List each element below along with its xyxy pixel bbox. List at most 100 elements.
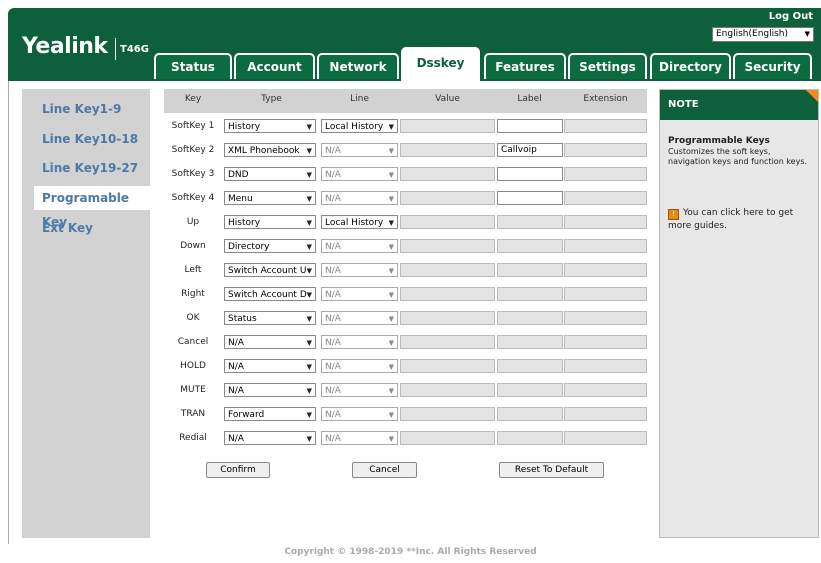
- label-field[interactable]: [497, 167, 563, 181]
- line-select: N/A ▼: [321, 335, 398, 349]
- sidebar-item-line-key19-27[interactable]: Line Key19-27: [42, 161, 138, 175]
- type-select[interactable]: Switch Account D ▼: [224, 287, 316, 301]
- language-select[interactable]: English(English) ▼: [712, 27, 814, 42]
- tab-settings[interactable]: Settings: [568, 53, 647, 79]
- chevron-down-icon: ▼: [388, 219, 394, 227]
- extension-field: [564, 431, 647, 445]
- extension-field: [564, 407, 647, 421]
- logo-divider: [115, 38, 116, 60]
- table-row: Cancel N/A ▼ N/A ▼: [164, 333, 647, 353]
- line-select: N/A ▼: [321, 407, 398, 421]
- tab-network[interactable]: Network: [317, 53, 399, 79]
- tab-account[interactable]: Account: [234, 53, 315, 79]
- line-select: N/A ▼: [321, 143, 398, 157]
- chevron-down-icon: ▼: [388, 411, 394, 419]
- chevron-down-icon: ▼: [306, 291, 312, 299]
- type-select[interactable]: N/A ▼: [224, 335, 316, 349]
- note-heading: Programmable Keys: [668, 136, 770, 146]
- table-row: SoftKey 1 History ▼ Local History ▼: [164, 117, 647, 137]
- type-select[interactable]: History ▼: [224, 215, 316, 229]
- type-select[interactable]: Directory ▼: [224, 239, 316, 253]
- label-field[interactable]: Callvoip: [497, 143, 563, 157]
- line-value: Local History: [325, 122, 384, 132]
- type-select[interactable]: XML Phonebook ▼: [224, 143, 316, 157]
- line-select: N/A ▼: [321, 167, 398, 181]
- label-field: [497, 407, 563, 421]
- extension-field: [564, 239, 647, 253]
- table-row: SoftKey 3 DND ▼ N/A ▼: [164, 165, 647, 185]
- logout-link[interactable]: Log Out: [769, 11, 813, 22]
- chevron-down-icon: ▼: [306, 147, 312, 155]
- chevron-down-icon: ▼: [306, 315, 312, 323]
- guide-link[interactable]: ! You can click here to get more guides.: [668, 207, 814, 232]
- note-title: NOTE: [668, 99, 699, 110]
- value-field: [400, 239, 495, 253]
- line-value: N/A: [325, 314, 341, 324]
- line-value: N/A: [325, 266, 341, 276]
- sidebar-item-line-key10-18[interactable]: Line Key10-18: [42, 132, 138, 146]
- sidebar-item-line-key1-9[interactable]: Line Key1-9: [42, 102, 121, 116]
- key-name: SoftKey 1: [171, 121, 215, 131]
- key-name: Down: [180, 241, 206, 251]
- extension-field: [564, 383, 647, 397]
- header-value: Value: [435, 94, 460, 104]
- type-select[interactable]: DND ▼: [224, 167, 316, 181]
- reset-to-default-button[interactable]: Reset To Default: [499, 462, 604, 478]
- label-field[interactable]: [497, 119, 563, 133]
- line-select: N/A ▼: [321, 191, 398, 205]
- type-select[interactable]: N/A ▼: [224, 431, 316, 445]
- chevron-down-icon: ▼: [306, 339, 312, 347]
- confirm-button[interactable]: Confirm: [206, 462, 270, 478]
- tab-security[interactable]: Security: [733, 53, 812, 79]
- chevron-down-icon: ▼: [306, 363, 312, 371]
- type-select[interactable]: N/A ▼: [224, 359, 316, 373]
- table-row: Redial N/A ▼ N/A ▼: [164, 429, 647, 449]
- type-value: N/A: [228, 362, 244, 372]
- type-select[interactable]: Menu ▼: [224, 191, 316, 205]
- type-value: History: [228, 218, 261, 228]
- table-row: OK Status ▼ N/A ▼: [164, 309, 647, 329]
- type-select[interactable]: Switch Account U ▼: [224, 263, 316, 277]
- label-field[interactable]: [497, 191, 563, 205]
- type-value: XML Phonebook: [228, 146, 300, 156]
- header-line: Line: [350, 94, 369, 104]
- key-name: SoftKey 4: [171, 193, 215, 203]
- table-row: Right Switch Account D ▼ N/A ▼: [164, 285, 647, 305]
- type-select[interactable]: Status ▼: [224, 311, 316, 325]
- line-select[interactable]: Local History ▼: [321, 215, 398, 229]
- sidebar-item-programable-key[interactable]: Programable Key: [34, 186, 150, 229]
- type-value: N/A: [228, 434, 244, 444]
- note-header: NOTE: [660, 90, 818, 120]
- value-field: [400, 119, 495, 133]
- line-value: N/A: [325, 338, 341, 348]
- line-select: N/A ▼: [321, 239, 398, 253]
- chevron-down-icon: ▼: [388, 291, 394, 299]
- guide-text: You can click here to get more guides.: [668, 208, 794, 231]
- value-field: [400, 359, 495, 373]
- chevron-down-icon: ▼: [388, 435, 394, 443]
- tab-dsskey[interactable]: Dsskey: [401, 47, 480, 82]
- key-name: TRAN: [180, 409, 206, 419]
- chevron-down-icon: ▼: [388, 243, 394, 251]
- chevron-down-icon: ▼: [306, 387, 312, 395]
- cancel-button[interactable]: Cancel: [352, 462, 417, 478]
- chevron-down-icon: ▼: [306, 219, 312, 227]
- type-value: N/A: [228, 338, 244, 348]
- key-name: Cancel: [177, 337, 209, 347]
- type-value: Forward: [228, 410, 265, 420]
- key-name: Right: [181, 289, 205, 299]
- label-field: [497, 287, 563, 301]
- type-select[interactable]: Forward ▼: [224, 407, 316, 421]
- chevron-down-icon: ▼: [306, 243, 312, 251]
- line-value: N/A: [325, 386, 341, 396]
- language-value: English(English): [716, 29, 789, 39]
- type-select[interactable]: History ▼: [224, 119, 316, 133]
- sidebar-item-ext-key[interactable]: Ext Key: [42, 221, 93, 235]
- extension-field: [564, 359, 647, 373]
- tab-features[interactable]: Features: [484, 53, 566, 79]
- key-name: SoftKey 3: [171, 169, 215, 179]
- tab-status[interactable]: Status: [154, 53, 232, 79]
- tab-directory[interactable]: Directory: [650, 53, 731, 79]
- type-select[interactable]: N/A ▼: [224, 383, 316, 397]
- line-select[interactable]: Local History ▼: [321, 119, 398, 133]
